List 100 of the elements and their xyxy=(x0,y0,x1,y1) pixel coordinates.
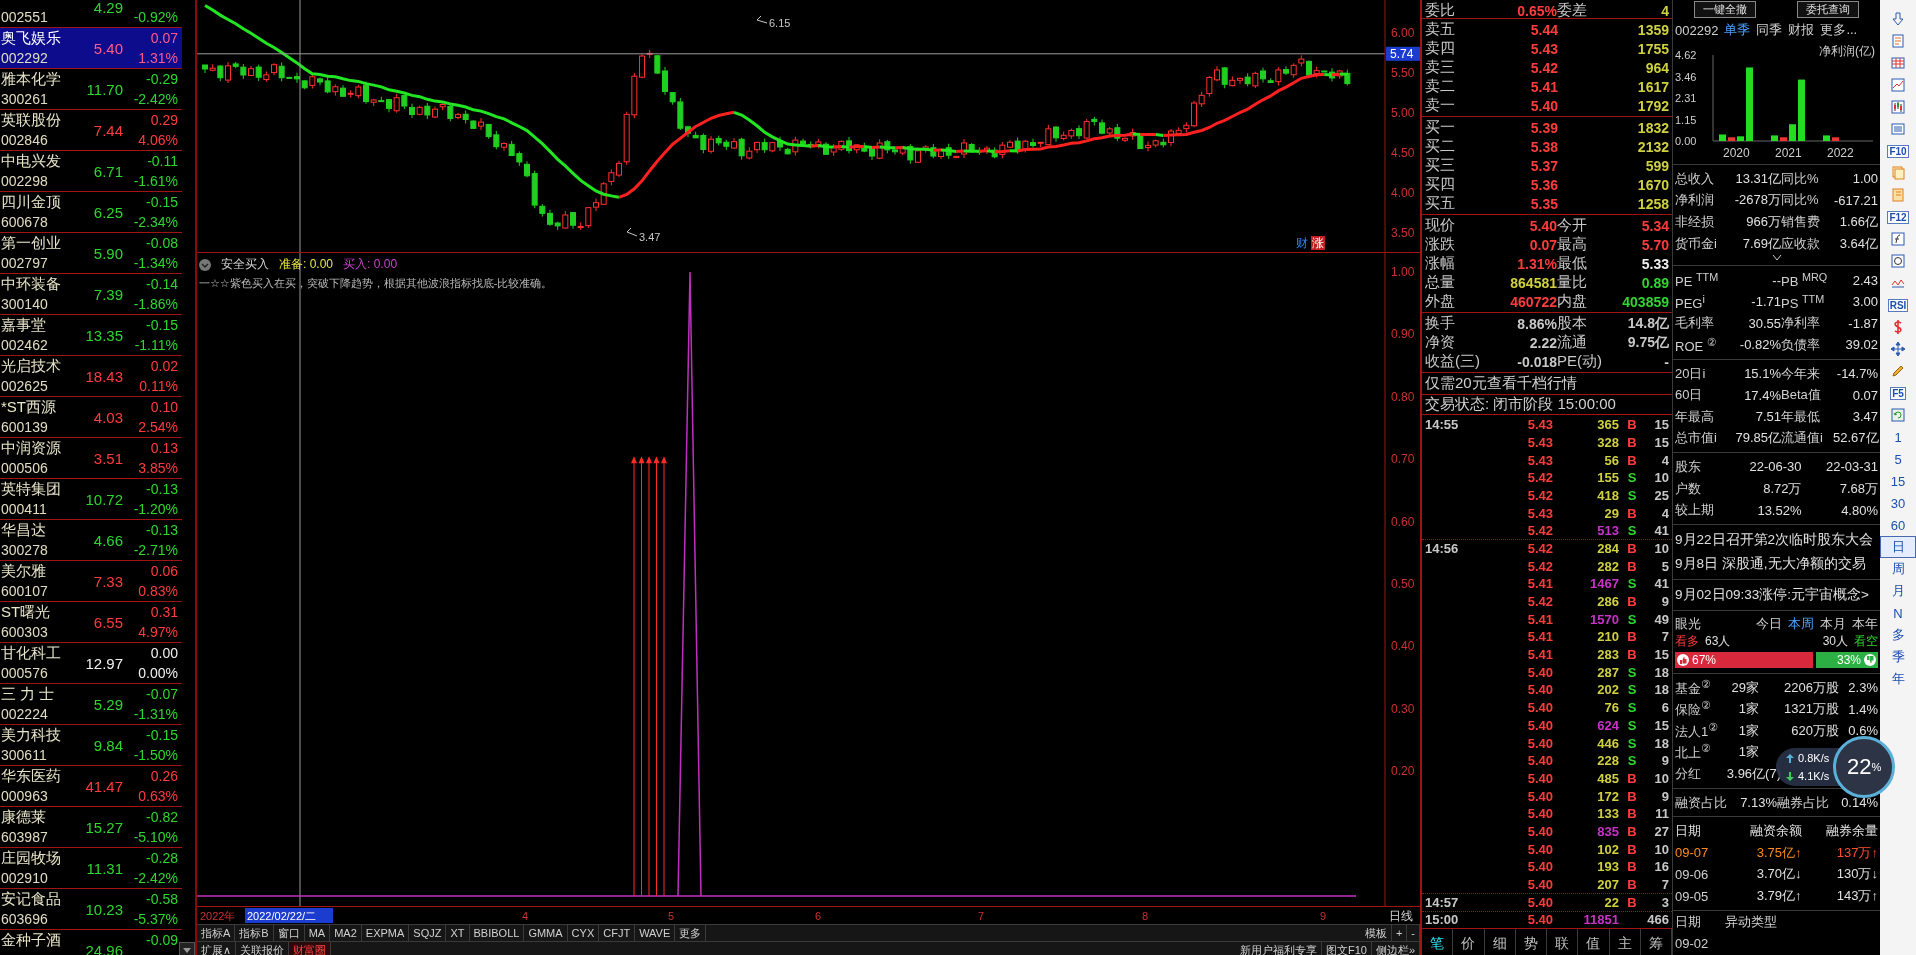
metric-label: 同比% xyxy=(1781,191,1820,210)
news-link[interactable]: 9月8日 深股通,无大净额的交易 xyxy=(1673,551,1880,576)
watchlist-row[interactable]: *ST西源 600139 4.03 0.10 2.54% xyxy=(0,397,182,438)
period-button[interactable]: 15 xyxy=(1880,470,1916,492)
line-chart-icon[interactable] xyxy=(1890,77,1906,93)
period-button[interactable]: 多 xyxy=(1880,624,1916,646)
collapse-icon[interactable] xyxy=(199,258,211,271)
tick-count: 9 xyxy=(1660,753,1669,769)
tick-side: S xyxy=(1626,735,1638,751)
period-button[interactable]: 日 xyxy=(1880,536,1916,558)
indicator-axis-label: 1.00 xyxy=(1391,265,1415,279)
stock-price: 3.51 xyxy=(92,449,123,467)
chevron-down-icon[interactable] xyxy=(1771,254,1782,263)
report-tab[interactable]: 财报 xyxy=(1788,21,1815,39)
bullish-count: 63人 xyxy=(1705,633,1731,651)
detail-tab[interactable]: 联 xyxy=(1547,929,1579,955)
stock-name: 美尔雅 xyxy=(0,561,47,581)
period-tab[interactable]: 本月 xyxy=(1820,614,1846,633)
candlestick-icon[interactable] xyxy=(1890,99,1906,115)
news-link[interactable]: 9月02日09:33涨停:元宇宙概念> xyxy=(1673,582,1880,607)
watchlist-row[interactable]: 甘化科工 000576 12.97 0.00 0.00% xyxy=(0,643,182,684)
tick-time: 14:55 xyxy=(1425,417,1460,433)
formula-icon[interactable] xyxy=(1890,231,1906,247)
bottom-tab[interactable]: 财富圈 xyxy=(289,942,332,955)
stock-name: *ST西源 xyxy=(0,397,57,417)
stock-price: 18.43 xyxy=(84,367,123,385)
bottom-link[interactable]: 图文F10 xyxy=(1321,942,1372,955)
tool-button[interactable]: F5 xyxy=(1890,386,1906,400)
metric-label: 销售费 xyxy=(1781,213,1821,231)
report-tab[interactable]: 同季 xyxy=(1756,21,1783,39)
pencil-icon[interactable] xyxy=(1890,363,1906,379)
watchlist-row[interactable]: ST曙光 600303 6.55 0.31 4.97% xyxy=(0,602,182,643)
period-button[interactable]: N xyxy=(1880,602,1916,624)
stock-code: 600678 xyxy=(0,214,49,230)
detail-tab[interactable]: 筹 xyxy=(1640,929,1672,955)
info-badge[interactable]: 财 xyxy=(1295,236,1309,250)
chart-bar xyxy=(1823,135,1830,141)
usage-dial[interactable]: 22% xyxy=(1833,736,1896,798)
metric-label: 净利率 xyxy=(1781,314,1821,333)
arrow-down-icon[interactable] xyxy=(1890,11,1906,27)
bottom-link[interactable]: 新用户福利专享 xyxy=(1235,942,1322,955)
tool-button[interactable]: F12 xyxy=(1887,210,1909,224)
tick-volume: 102 xyxy=(1596,841,1619,857)
report-tab[interactable]: 更多... xyxy=(1820,21,1858,39)
tick-price: 5.41 xyxy=(1526,611,1553,627)
period-button[interactable]: 30 xyxy=(1880,492,1916,514)
watchlist-row[interactable]: 美尔雅 600107 7.33 0.06 0.83% xyxy=(0,561,182,602)
period-button[interactable]: 季 xyxy=(1880,646,1916,668)
bottom-tab[interactable]: 扩展∧ xyxy=(197,942,237,955)
tick-price: 5.41 xyxy=(1526,647,1553,663)
document-icon[interactable] xyxy=(1890,33,1906,49)
watchlist-row[interactable]: 英联股份 002846 7.44 0.29 4.06% xyxy=(0,110,182,151)
news-link[interactable]: 9月22日召开第2次临时股东大会 xyxy=(1673,527,1880,552)
tick-volume: 287 xyxy=(1596,664,1619,680)
watchlist-row[interactable]: 华东医药 000963 41.47 0.26 0.63% xyxy=(0,766,182,807)
tool-button[interactable]: F10 xyxy=(1887,144,1909,158)
order-button[interactable]: 一键全撤 xyxy=(1693,1,1756,18)
detail-tab[interactable]: 价 xyxy=(1453,929,1485,955)
table-icon[interactable] xyxy=(1890,55,1906,71)
period-button[interactable]: 月 xyxy=(1880,580,1916,602)
period-tab[interactable]: 本周 xyxy=(1788,614,1814,633)
tick-side: S xyxy=(1626,682,1638,698)
detail-tab[interactable]: 值 xyxy=(1578,929,1610,955)
scroll-down-button[interactable] xyxy=(179,942,195,955)
order-price: 5.39 xyxy=(1529,119,1558,136)
margin-date: 09-06 xyxy=(1675,866,1710,882)
metric-label: 今年来 xyxy=(1781,364,1821,383)
period-tab[interactable]: 本年 xyxy=(1852,614,1878,633)
period-tab[interactable]: 今日 xyxy=(1756,614,1782,633)
metric-label: 年最高 xyxy=(1675,407,1715,426)
tick-volume: 193 xyxy=(1596,859,1619,875)
date-axis-label: 7 xyxy=(978,910,985,922)
period-button[interactable]: 年 xyxy=(1880,668,1916,690)
promo-link[interactable]: 仅需20元查看千档行情 xyxy=(1422,373,1672,396)
price-axis-label: 6.00 xyxy=(1391,26,1415,40)
metric-label: PEG$^{i}$ xyxy=(1675,292,1706,311)
list-icon[interactable] xyxy=(1890,121,1906,137)
tool-button[interactable]: RSI xyxy=(1887,298,1909,312)
indicator-axis-label: 0.20 xyxy=(1391,764,1415,779)
order-button[interactable]: 委托查询 xyxy=(1797,1,1860,18)
metric-value: 1.00 xyxy=(1851,171,1878,187)
watchlist-row[interactable]: 奥飞娱乐 002292 5.40 0.07 1.31% xyxy=(0,28,182,69)
tick-side: B xyxy=(1626,452,1638,468)
stock-name: 英特集团 xyxy=(0,479,62,499)
watchlist-row[interactable]: 中润资源 000506 3.51 0.13 3.85% xyxy=(0,438,182,479)
period-button[interactable]: 1 xyxy=(1880,426,1916,448)
move-icon[interactable] xyxy=(1890,341,1906,357)
order-level-label: 买五 xyxy=(1425,194,1456,213)
report-tab[interactable]: 单季 xyxy=(1724,21,1751,39)
period-button[interactable]: 周 xyxy=(1880,558,1916,580)
period-button[interactable]: 5 xyxy=(1880,448,1916,470)
watchlist-row[interactable]: 光启技术 002625 18.43 0.02 0.11% xyxy=(0,356,182,397)
detail-tab[interactable]: 笔 xyxy=(1422,929,1454,955)
bottom-link[interactable]: 侧边栏» xyxy=(1371,942,1420,955)
period-button[interactable]: 60 xyxy=(1880,514,1916,536)
detail-tab[interactable]: 主 xyxy=(1609,929,1641,955)
detail-tab[interactable]: 细 xyxy=(1484,929,1516,955)
refresh-icon[interactable] xyxy=(1890,407,1906,423)
detail-tab[interactable]: 势 xyxy=(1515,929,1547,955)
info-badge[interactable]: 涨 xyxy=(1311,236,1325,250)
